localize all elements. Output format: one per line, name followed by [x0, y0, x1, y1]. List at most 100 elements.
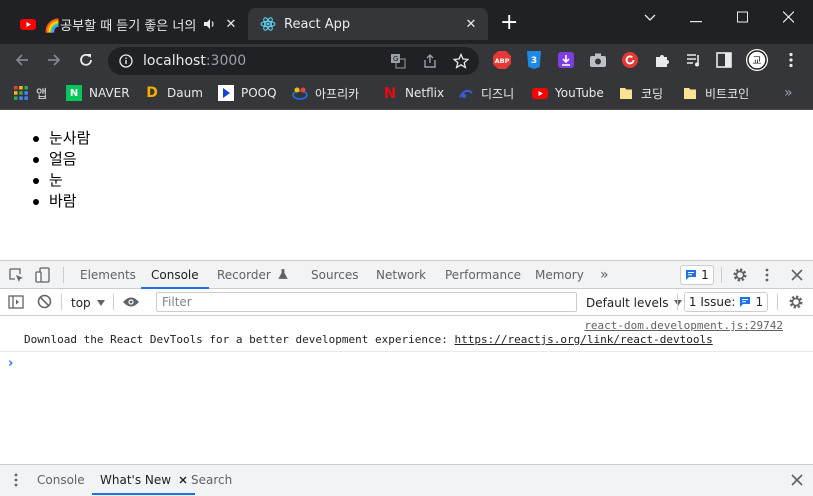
bookmark-label: 디즈니: [481, 86, 515, 101]
speaker-icon[interactable]: [202, 17, 216, 31]
tab-label: Recorder: [217, 268, 271, 282]
inspect-element-icon[interactable]: [9, 268, 24, 283]
side-panel-button[interactable]: [714, 50, 734, 70]
close-tab-icon[interactable]: [179, 476, 187, 484]
divider: [677, 294, 678, 310]
back-arrow-icon: [15, 54, 28, 66]
drawer-tab-search[interactable]: Search: [191, 465, 232, 495]
issues-button[interactable]: 1 Issue: 1: [684, 292, 768, 312]
bookmark-netflix[interactable]: N Netflix: [382, 82, 444, 104]
bookmark-apps[interactable]: 앱: [13, 82, 47, 104]
camera-icon: [590, 53, 606, 67]
tab-recorder[interactable]: Recorder: [217, 261, 288, 289]
tab-sources[interactable]: Sources: [311, 261, 358, 289]
daum-icon: D: [146, 85, 158, 101]
console-settings-gear-icon[interactable]: [788, 294, 804, 310]
context-selector[interactable]: top: [71, 295, 105, 311]
tab-strip: 🌈공부할 때 듣기 좋은 너의 이름은 ✕ React App ✕ +: [0, 0, 813, 44]
sidepanel-icon: [716, 52, 732, 68]
media-button[interactable]: [684, 50, 704, 70]
profile-label: 교: [752, 56, 761, 67]
settings-gear-icon[interactable]: [732, 267, 748, 283]
log-levels-dropdown[interactable]: Default levels: [586, 295, 683, 311]
bookmarks-overflow-button[interactable]: »: [784, 82, 793, 104]
devtools-menu-icon[interactable]: [765, 268, 769, 282]
tab-react-app[interactable]: React App ✕: [248, 8, 488, 40]
bookmarks-bar: 앱 N NAVER D Daum POOQ 아프리카 N Netflix 디즈니…: [0, 77, 813, 110]
tab-search-dropdown-icon[interactable]: [644, 8, 656, 28]
divider: [721, 267, 722, 283]
drawer-menu-icon[interactable]: [14, 473, 18, 487]
bookmark-folder-bitcoin[interactable]: 비트코인: [682, 82, 749, 104]
tab-memory[interactable]: Memory: [535, 261, 584, 289]
address-bar[interactable]: localhost:3000 G: [108, 47, 479, 75]
maximize-icon[interactable]: [737, 7, 748, 27]
sidebar-toggle-icon[interactable]: [8, 294, 24, 310]
bookmark-naver[interactable]: N NAVER: [66, 82, 130, 104]
share-icon[interactable]: [422, 53, 438, 69]
devtools-tab-bar: Elements Console Recorder Sources Networ…: [0, 261, 813, 289]
info-icon[interactable]: [119, 54, 133, 68]
css-extension[interactable]: 3: [524, 50, 544, 70]
browser-toolbar: localhost:3000 G ABP 3 교: [0, 44, 813, 77]
bookmark-disney[interactable]: 디즈니: [458, 82, 514, 104]
bookmark-label: 코딩: [641, 86, 664, 101]
drawer-tab-whats-new[interactable]: What's New: [92, 465, 195, 495]
drawer-close-icon[interactable]: [791, 474, 803, 486]
abp-extension[interactable]: ABP: [492, 50, 512, 70]
console-prompt[interactable]: ›: [8, 356, 13, 371]
chrome-menu-button[interactable]: [781, 50, 801, 70]
divider: [61, 294, 62, 310]
forward-button[interactable]: [43, 49, 65, 71]
translate-icon[interactable]: G: [390, 53, 406, 69]
svg-text:3: 3: [531, 56, 537, 66]
puzzle-icon: [656, 55, 669, 67]
media-icon: [687, 54, 699, 67]
message-source-link[interactable]: react-dom.development.js:29742: [584, 319, 783, 332]
window-close-icon[interactable]: [783, 7, 794, 27]
extensions-button[interactable]: [652, 50, 672, 70]
bookmark-folder-coding[interactable]: 코딩: [618, 82, 663, 104]
more-tabs-button[interactable]: »: [600, 261, 609, 289]
tab-elements[interactable]: Elements: [80, 261, 136, 289]
message-icon: [686, 270, 697, 280]
back-button[interactable]: [11, 49, 33, 71]
download-extension[interactable]: [556, 50, 576, 70]
devtools-panel: Elements Console Recorder Sources Networ…: [0, 260, 813, 496]
live-expression-eye-icon[interactable]: [122, 296, 140, 308]
drawer-tab-console[interactable]: Console: [37, 465, 85, 495]
bookmark-label: Netflix: [405, 86, 445, 100]
clear-console-icon[interactable]: [37, 294, 52, 309]
bookmark-label: 아프리카: [315, 86, 360, 101]
message-body: Download the React DevTools for a better…: [24, 333, 455, 346]
tab-network[interactable]: Network: [376, 261, 426, 289]
devtools-link[interactable]: https://reactjs.org/link/react-devtools: [454, 333, 712, 346]
tab-console[interactable]: Console: [141, 261, 209, 289]
profile-button[interactable]: 교: [745, 48, 769, 72]
bookmark-daum[interactable]: D Daum: [144, 82, 203, 104]
bookmark-afreeca[interactable]: 아프리카: [292, 82, 359, 104]
reload-button[interactable]: [75, 49, 97, 71]
device-toolbar-icon[interactable]: [35, 267, 51, 283]
tab-performance[interactable]: Performance: [445, 261, 521, 289]
tab-close-icon[interactable]: ✕: [462, 17, 480, 32]
divider: [63, 267, 64, 283]
refresh-extension[interactable]: [620, 50, 640, 70]
tab-close-icon[interactable]: ✕: [222, 17, 240, 32]
bookmark-label: POOQ: [241, 86, 277, 100]
page-viewport: 눈사람 얼음 눈 바람: [0, 110, 813, 260]
new-tab-button[interactable]: +: [500, 12, 518, 34]
bookmark-label: 앱: [36, 86, 48, 101]
bookmark-pooq[interactable]: POOQ: [218, 82, 277, 104]
bookmark-label: NAVER: [89, 86, 130, 100]
star-icon[interactable]: [453, 53, 469, 69]
console-filter-input[interactable]: Filter: [156, 292, 577, 312]
camera-extension[interactable]: [588, 50, 608, 70]
url-host: localhost: [143, 53, 206, 69]
minimize-icon[interactable]: [690, 12, 702, 32]
messages-badge[interactable]: 1: [680, 265, 714, 285]
devtools-close-icon[interactable]: [791, 269, 803, 281]
bookmark-youtube[interactable]: YouTube: [532, 82, 604, 104]
profile-icon: 교: [746, 49, 768, 71]
tab-youtube[interactable]: 🌈공부할 때 듣기 좋은 너의 이름은 ✕: [8, 8, 248, 40]
